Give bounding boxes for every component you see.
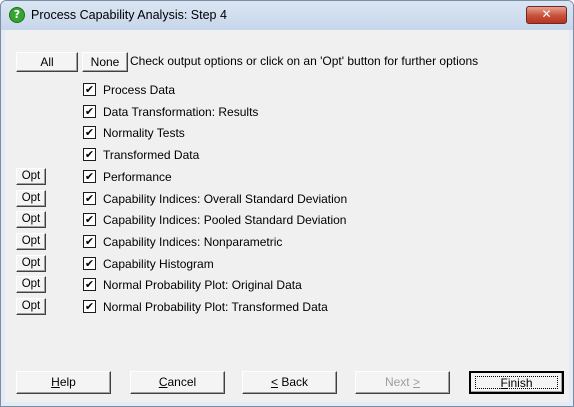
option-row: Opt ✔ Performance — [16, 167, 556, 187]
option-label[interactable]: Capability Histogram — [103, 257, 214, 271]
option-label[interactable]: Transformed Data — [103, 148, 199, 162]
checkmark-icon: ✔ — [84, 234, 95, 248]
opt-button[interactable]: Opt — [16, 167, 46, 185]
option-checkbox[interactable]: ✔ — [83, 234, 96, 248]
opt-button[interactable]: Opt — [16, 254, 46, 272]
checkmark-icon: ✔ — [84, 148, 95, 162]
next-button[interactable]: Next > — [355, 371, 450, 394]
option-label[interactable]: Data Transformation: Results — [103, 105, 258, 119]
option-row: ✔ Data Transformation: Results — [16, 103, 556, 122]
checkmark-icon: ✔ — [84, 213, 95, 227]
option-label[interactable]: Normal Probability Plot: Original Data — [103, 278, 302, 292]
close-button[interactable]: ✕ — [526, 6, 567, 24]
cancel-button[interactable]: Cancel — [130, 371, 225, 394]
option-checkbox[interactable]: ✔ — [83, 300, 96, 313]
option-row: ✔ Process Data — [16, 81, 556, 100]
checkmark-icon: ✔ — [84, 278, 95, 292]
option-label[interactable]: Capability Indices: Overall Standard Dev… — [103, 192, 347, 206]
option-checkbox[interactable]: ✔ — [83, 83, 96, 96]
option-checkbox[interactable]: ✔ — [83, 278, 96, 292]
option-label[interactable]: Capability Indices: Pooled Standard Devi… — [103, 213, 346, 227]
option-label[interactable]: Normal Probability Plot: Transformed Dat… — [103, 300, 328, 314]
option-checkbox[interactable]: ✔ — [83, 169, 96, 183]
option-label[interactable]: Performance — [103, 170, 172, 184]
checkmark-icon: ✔ — [84, 169, 95, 183]
option-label[interactable]: Normality Tests — [103, 126, 185, 140]
option-row: ✔ Normality Tests — [16, 124, 556, 143]
checkmark-icon: ✔ — [84, 83, 95, 96]
focus-ring — [475, 376, 558, 389]
option-row: Opt ✔ Capability Indices: Overall Standard… — [16, 189, 556, 209]
checkmark-icon: ✔ — [84, 191, 95, 205]
option-row: Opt ✔ Normal Probability Plot: Transformed… — [16, 298, 556, 317]
question-circle-icon: ? — [9, 7, 25, 23]
opt-button[interactable]: Opt — [16, 189, 46, 207]
option-checkbox[interactable]: ✔ — [83, 213, 96, 227]
dialog-body: All None Check output options or click o… — [5, 30, 569, 402]
dialog-window: ? Process Capability Analysis: Step 4 ✕ … — [0, 0, 574, 407]
option-label[interactable]: Process Data — [103, 83, 175, 97]
instruction-text: Check output options or click on an 'Opt… — [130, 54, 479, 68]
option-row: Opt ✔ Capability Histogram — [16, 254, 556, 274]
close-icon: ✕ — [541, 7, 552, 21]
option-checkbox[interactable]: ✔ — [83, 104, 96, 118]
finish-button[interactable]: Finish — [469, 371, 564, 394]
option-checkbox[interactable]: ✔ — [83, 191, 96, 205]
all-button[interactable]: All — [16, 52, 78, 72]
opt-button[interactable]: Opt — [16, 232, 46, 250]
option-row: Opt ✔ Capability Indices: Pooled Standard … — [16, 211, 556, 230]
none-button[interactable]: None — [82, 52, 128, 72]
back-button[interactable]: < Back — [242, 371, 337, 394]
opt-button[interactable]: Opt — [16, 298, 46, 315]
window-title: Process Capability Analysis: Step 4 — [31, 8, 227, 22]
opt-button[interactable]: Opt — [16, 211, 46, 229]
option-label[interactable]: Capability Indices: Nonparametric — [103, 235, 282, 249]
checkmark-icon: ✔ — [84, 300, 95, 313]
option-checkbox[interactable]: ✔ — [83, 148, 96, 162]
option-row: Opt ✔ Capability Indices: Nonparametric — [16, 232, 556, 252]
checkmark-icon: ✔ — [84, 126, 95, 140]
option-checkbox[interactable]: ✔ — [83, 126, 96, 140]
option-row: Opt ✔ Normal Probability Plot: Original Da… — [16, 276, 556, 295]
title-bar[interactable]: ? Process Capability Analysis: Step 4 ✕ — [1, 1, 573, 30]
help-button[interactable]: Help — [16, 371, 111, 394]
option-row: ✔ Transformed Data — [16, 146, 556, 165]
option-checkbox[interactable]: ✔ — [83, 256, 96, 270]
opt-button[interactable]: Opt — [16, 276, 46, 294]
checkmark-icon: ✔ — [84, 256, 95, 270]
checkmark-icon: ✔ — [84, 104, 95, 118]
